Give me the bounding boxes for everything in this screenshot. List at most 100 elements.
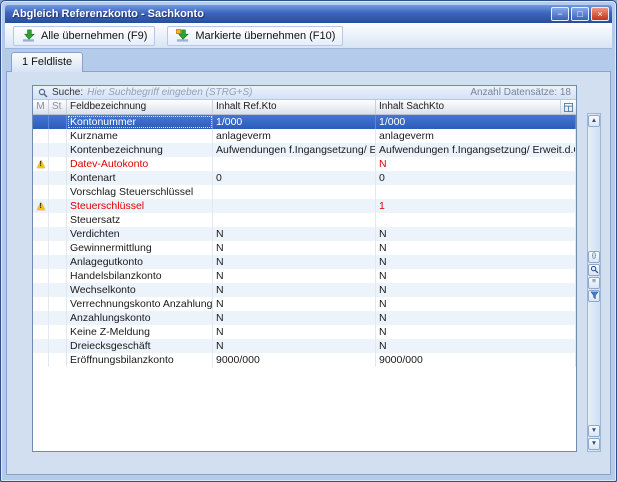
sach-value-cell[interactable]: 1 <box>376 199 576 213</box>
table-row[interactable]: KontenbezeichnungAufwendungen f.Ingangse… <box>33 143 576 157</box>
ref-value-cell[interactable]: N <box>213 269 376 283</box>
field-name-cell[interactable]: Steuersatz <box>67 213 213 227</box>
field-name-cell[interactable]: Verdichten <box>67 227 213 241</box>
record-group-button[interactable]: {} <box>588 251 600 263</box>
sach-value-cell[interactable] <box>376 185 576 199</box>
search-input[interactable] <box>87 87 466 99</box>
sach-value-cell[interactable]: N <box>376 325 576 339</box>
field-name-cell[interactable]: Vorschlag Steuerschlüssel <box>67 185 213 199</box>
table-row[interactable]: Kontonummer1/0001/000 <box>33 115 576 129</box>
table-row[interactable]: VerdichtenNN <box>33 227 576 241</box>
field-name-cell[interactable]: Anzahlungskonto <box>67 311 213 325</box>
sach-value-cell[interactable]: N <box>376 255 576 269</box>
apply-marked-icon <box>175 28 190 43</box>
field-name-cell[interactable]: Steuerschlüssel <box>67 199 213 213</box>
column-chooser-icon[interactable] <box>561 100 576 114</box>
layout-button[interactable]: ≡ <box>588 277 600 289</box>
sach-value-cell[interactable]: Aufwendungen f.Ingangsetzung/ Erweit.d.G… <box>376 143 576 157</box>
sach-value-cell[interactable]: N <box>376 339 576 353</box>
sach-value-cell[interactable]: N <box>376 283 576 297</box>
field-name-cell[interactable]: Keine Z-Meldung <box>67 325 213 339</box>
ref-value-cell[interactable]: 9000/000 <box>213 353 376 367</box>
field-name-cell[interactable]: Datev-Autokonto <box>67 157 213 171</box>
sach-value-cell[interactable]: anlageverm <box>376 129 576 143</box>
tab-feldliste[interactable]: 1 Feldliste <box>11 52 83 72</box>
sach-value-cell[interactable]: N <box>376 227 576 241</box>
field-name-cell[interactable]: Dreiecksgeschäft <box>67 339 213 353</box>
table-row[interactable]: WechselkontoNN <box>33 283 576 297</box>
field-name-cell[interactable]: Kurzname <box>67 129 213 143</box>
column-header-marker[interactable]: M <box>33 100 49 114</box>
minimize-button[interactable]: − <box>551 7 569 21</box>
table-row[interactable]: Steuersatz <box>33 213 576 227</box>
ref-value-cell[interactable] <box>213 213 376 227</box>
ref-value-cell[interactable] <box>213 157 376 171</box>
table-row[interactable]: GewinnermittlungNN <box>33 241 576 255</box>
column-header-field[interactable]: Feldbezeichnung <box>67 100 213 114</box>
ref-value-cell[interactable]: Aufwendungen f.Ingangsetzung/ Erweit.d.G… <box>213 143 376 157</box>
column-header-ref[interactable]: Inhalt Ref.Kto <box>213 100 376 114</box>
ref-value-cell[interactable]: N <box>213 325 376 339</box>
column-header-sach[interactable]: Inhalt SachKto <box>376 100 561 114</box>
maximize-button[interactable]: □ <box>571 7 589 21</box>
field-name-cell[interactable]: Kontenart <box>67 171 213 185</box>
field-name-cell[interactable]: Wechselkonto <box>67 283 213 297</box>
ref-value-cell[interactable]: N <box>213 241 376 255</box>
search-button[interactable] <box>588 264 600 276</box>
scroll-top-button[interactable]: ▲ <box>588 115 600 127</box>
table-row[interactable]: Kurznameanlagevermanlageverm <box>33 129 576 143</box>
table-row[interactable]: Steuerschlüssel 1 <box>33 199 576 213</box>
ref-value-cell[interactable]: N <box>213 311 376 325</box>
sach-value-cell[interactable] <box>376 213 576 227</box>
ref-value-cell[interactable]: N <box>213 339 376 353</box>
ref-value-cell[interactable]: anlageverm <box>213 129 376 143</box>
sach-value-cell[interactable]: N <box>376 269 576 283</box>
ref-value-cell[interactable] <box>213 199 376 213</box>
status-cell <box>49 241 67 255</box>
scroll-down-button[interactable]: ▼ <box>588 425 600 437</box>
ref-value-cell[interactable]: 0 <box>213 171 376 185</box>
field-name-cell[interactable]: Kontenbezeichnung <box>67 143 213 157</box>
ref-value-cell[interactable]: 1/000 <box>213 115 376 129</box>
table-row[interactable]: Verrechnungskonto AnzahlungNN <box>33 297 576 311</box>
marker-cell <box>33 241 49 255</box>
field-name-cell[interactable]: Eröffnungsbilanzkonto <box>67 353 213 367</box>
marker-cell <box>33 157 49 171</box>
title-bar[interactable]: Abgleich Referenzkonto - Sachkonto − □ × <box>5 5 612 23</box>
field-name-cell[interactable]: Anlagegutkonto <box>67 255 213 269</box>
ref-value-cell[interactable] <box>213 185 376 199</box>
filter-button[interactable] <box>588 290 600 302</box>
field-name-cell[interactable]: Verrechnungskonto Anzahlung <box>67 297 213 311</box>
sach-value-cell[interactable]: 1/000 <box>376 115 576 129</box>
table-row[interactable]: Kontenart00 <box>33 171 576 185</box>
apply-all-button[interactable]: Alle übernehmen (F9) <box>13 26 155 46</box>
ref-value-cell[interactable]: N <box>213 283 376 297</box>
table-row[interactable]: AnlagegutkontoNN <box>33 255 576 269</box>
sach-value-cell[interactable]: 0 <box>376 171 576 185</box>
field-name-cell[interactable]: Handelsbilanzkonto <box>67 269 213 283</box>
apply-all-label: Alle übernehmen (F9) <box>41 30 147 42</box>
table-row[interactable]: Eröffnungsbilanzkonto9000/0009000/000 <box>33 353 576 367</box>
ref-value-cell[interactable]: N <box>213 297 376 311</box>
field-name-cell[interactable]: Kontonummer <box>67 115 213 129</box>
sach-value-cell[interactable]: N <box>376 311 576 325</box>
sach-value-cell[interactable]: N <box>376 241 576 255</box>
grid-search-bar: Suche: Anzahl Datensätze: 18 <box>33 86 576 100</box>
scroll-bottom-button[interactable]: ▼ <box>588 438 600 450</box>
close-button[interactable]: × <box>591 7 609 21</box>
sach-value-cell[interactable]: N <box>376 157 576 171</box>
table-row[interactable]: Vorschlag Steuerschlüssel <box>33 185 576 199</box>
table-row[interactable]: Keine Z-MeldungNN <box>33 325 576 339</box>
field-name-cell[interactable]: Gewinnermittlung <box>67 241 213 255</box>
ref-value-cell[interactable]: N <box>213 255 376 269</box>
column-header-status[interactable]: St <box>49 100 67 114</box>
sach-value-cell[interactable]: N <box>376 297 576 311</box>
table-row[interactable]: Datev-Autokonto N <box>33 157 576 171</box>
apply-all-icon <box>21 28 36 43</box>
apply-marked-button[interactable]: Markierte übernehmen (F10) <box>167 26 343 46</box>
table-row[interactable]: AnzahlungskontoNN <box>33 311 576 325</box>
table-row[interactable]: DreiecksgeschäftNN <box>33 339 576 353</box>
sach-value-cell[interactable]: 9000/000 <box>376 353 576 367</box>
ref-value-cell[interactable]: N <box>213 227 376 241</box>
table-row[interactable]: HandelsbilanzkontoNN <box>33 269 576 283</box>
